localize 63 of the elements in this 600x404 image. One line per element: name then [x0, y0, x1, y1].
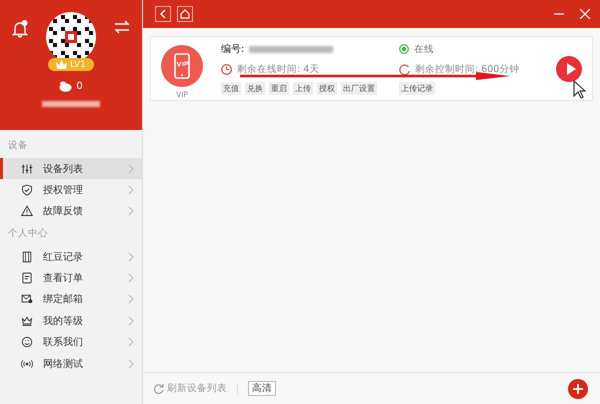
- control-time-text: 剩余控制时间: 600分钟: [415, 62, 520, 76]
- action-button[interactable]: 出厂设置: [341, 82, 377, 95]
- play-button[interactable]: [556, 56, 582, 82]
- sidebar-item[interactable]: 查看订单: [0, 268, 142, 289]
- section-title: 个人中心: [7, 227, 49, 242]
- back-button[interactable]: [155, 6, 171, 22]
- action-button[interactable]: 充值: [221, 82, 241, 95]
- home-button[interactable]: [177, 6, 193, 22]
- online-status-icon: [399, 44, 409, 54]
- sidebar-item[interactable]: 授权管理: [0, 179, 142, 200]
- sidebar-item[interactable]: 故障反馈: [0, 200, 142, 222]
- crown-icon: [56, 60, 68, 69]
- bean-count: 0: [76, 81, 83, 92]
- sidebar-item[interactable]: 绑定邮箱: [0, 288, 142, 310]
- vip-phone-icon: [161, 44, 203, 86]
- chevron-right-icon: [128, 184, 134, 195]
- chevron-right-icon: [128, 294, 134, 304]
- sidebar-item[interactable]: 红豆记录: [0, 246, 142, 268]
- shield-check-icon: [21, 184, 33, 196]
- close-icon[interactable]: [580, 9, 590, 19]
- chevron-right-icon: [128, 206, 134, 216]
- add-device-button[interactable]: [568, 378, 588, 398]
- status-text: 在线: [414, 42, 434, 56]
- gauge-icon: [399, 64, 410, 74]
- notification-bell-icon[interactable]: [12, 20, 28, 38]
- signal-icon: [21, 358, 33, 370]
- document-icon: [21, 272, 33, 284]
- warning-icon: [21, 205, 33, 218]
- online-time-text: 剩余在线时间: 4天: [237, 62, 320, 76]
- play-icon: [566, 62, 576, 74]
- chevron-right-icon: [128, 337, 134, 348]
- plus-icon: [573, 384, 583, 394]
- action-button[interactable]: 兑换: [245, 82, 265, 95]
- home-icon: [180, 9, 190, 19]
- level-text: LV1: [70, 60, 86, 70]
- action-button[interactable]: 授权: [317, 82, 337, 95]
- chevron-right-icon: [128, 316, 134, 326]
- envelope-icon: [21, 293, 33, 306]
- book-icon: [21, 250, 33, 263]
- sidebar-item[interactable]: 我的等级: [0, 310, 142, 332]
- section-title: 设备: [7, 139, 29, 153]
- sliders-icon: [21, 162, 33, 174]
- qr-code-icon: [49, 15, 93, 59]
- clock-icon: [221, 64, 232, 74]
- chevron-right-icon: [128, 252, 134, 262]
- chevron-right-icon: [128, 273, 134, 284]
- sidebar-item[interactable]: 设备列表: [0, 158, 142, 179]
- upload-log-button[interactable]: 上传记录: [399, 82, 435, 95]
- refresh-icon: [153, 383, 164, 394]
- sidebar-item[interactable]: 联系我们: [0, 332, 142, 353]
- device-id-label: 编号:: [221, 42, 244, 56]
- smiley-icon: [21, 336, 33, 348]
- chevron-right-icon: [128, 358, 134, 369]
- blurred-username: [42, 101, 100, 107]
- crown-icon: [21, 314, 33, 327]
- chevron-right-icon: [128, 164, 134, 174]
- action-button[interactable]: 上传: [293, 82, 313, 95]
- chevron-left-icon: [159, 9, 167, 19]
- action-button[interactable]: 重启: [269, 82, 289, 95]
- bean-icon: [59, 81, 72, 92]
- switch-arrows-icon[interactable]: [114, 20, 130, 34]
- quality-button[interactable]: 高清: [248, 381, 276, 396]
- sidebar-item[interactable]: 网络测试: [0, 353, 142, 374]
